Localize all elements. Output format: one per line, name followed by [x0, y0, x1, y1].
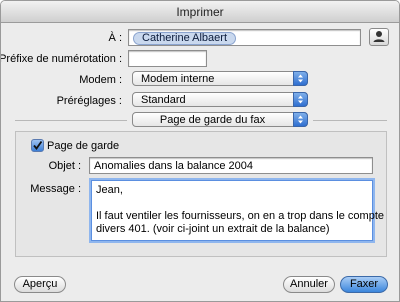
updown-arrows-icon — [293, 112, 308, 127]
message-line: Jean, — [96, 184, 123, 196]
cover-page-label: Page de garde — [47, 140, 120, 152]
presets-popup[interactable]: Standard — [132, 92, 308, 107]
checkmark-icon — [33, 140, 43, 150]
modem-selected: Modem interne — [141, 73, 215, 85]
separator-right — [313, 120, 387, 121]
separator-left — [15, 120, 127, 121]
fax-button[interactable]: Faxer — [340, 276, 388, 293]
subject-value: Anomalies dans la balance 2004 — [94, 160, 254, 172]
recipient-label: À : — [108, 32, 122, 44]
window-title: Imprimer — [176, 5, 224, 19]
recipient-field[interactable]: Catherine Albaert — [128, 29, 361, 46]
cover-page-checkbox[interactable] — [31, 139, 44, 152]
prefix-input[interactable] — [128, 50, 207, 67]
updown-arrows-icon — [293, 71, 308, 86]
modem-label: Modem : — [79, 74, 122, 86]
subject-label: Objet : — [48, 160, 81, 172]
pane-popup[interactable]: Page de garde du fax — [132, 112, 308, 127]
title-bar: Imprimer — [1, 1, 399, 23]
address-book-button[interactable] — [369, 28, 389, 46]
presets-label: Préréglages : — [56, 95, 122, 107]
prefix-label: Préfixe de numérotation : — [0, 53, 122, 65]
message-label: Message : — [30, 183, 81, 195]
presets-selected: Standard — [141, 94, 186, 106]
updown-arrows-icon — [293, 92, 308, 107]
message-line — [96, 197, 368, 210]
modem-popup[interactable]: Modem interne — [132, 71, 308, 86]
person-icon — [373, 31, 385, 42]
recipient-token[interactable]: Catherine Albaert — [133, 32, 236, 45]
pane-selected: Page de garde du fax — [159, 114, 266, 126]
subject-input[interactable]: Anomalies dans la balance 2004 — [89, 157, 373, 174]
message-line: Il faut ventiler les fournisseurs, on en… — [96, 210, 384, 222]
cancel-button[interactable]: Annuler — [283, 276, 335, 293]
message-textarea[interactable]: Jean, Il faut ventiler les fournisseurs,… — [91, 180, 384, 241]
preview-button[interactable]: Aperçu — [14, 276, 66, 293]
print-dialog-window: Imprimer À : Catherine Albaert Préfixe d… — [0, 0, 400, 302]
message-line: divers 401. (voir ci-joint un extrait de… — [96, 223, 330, 235]
